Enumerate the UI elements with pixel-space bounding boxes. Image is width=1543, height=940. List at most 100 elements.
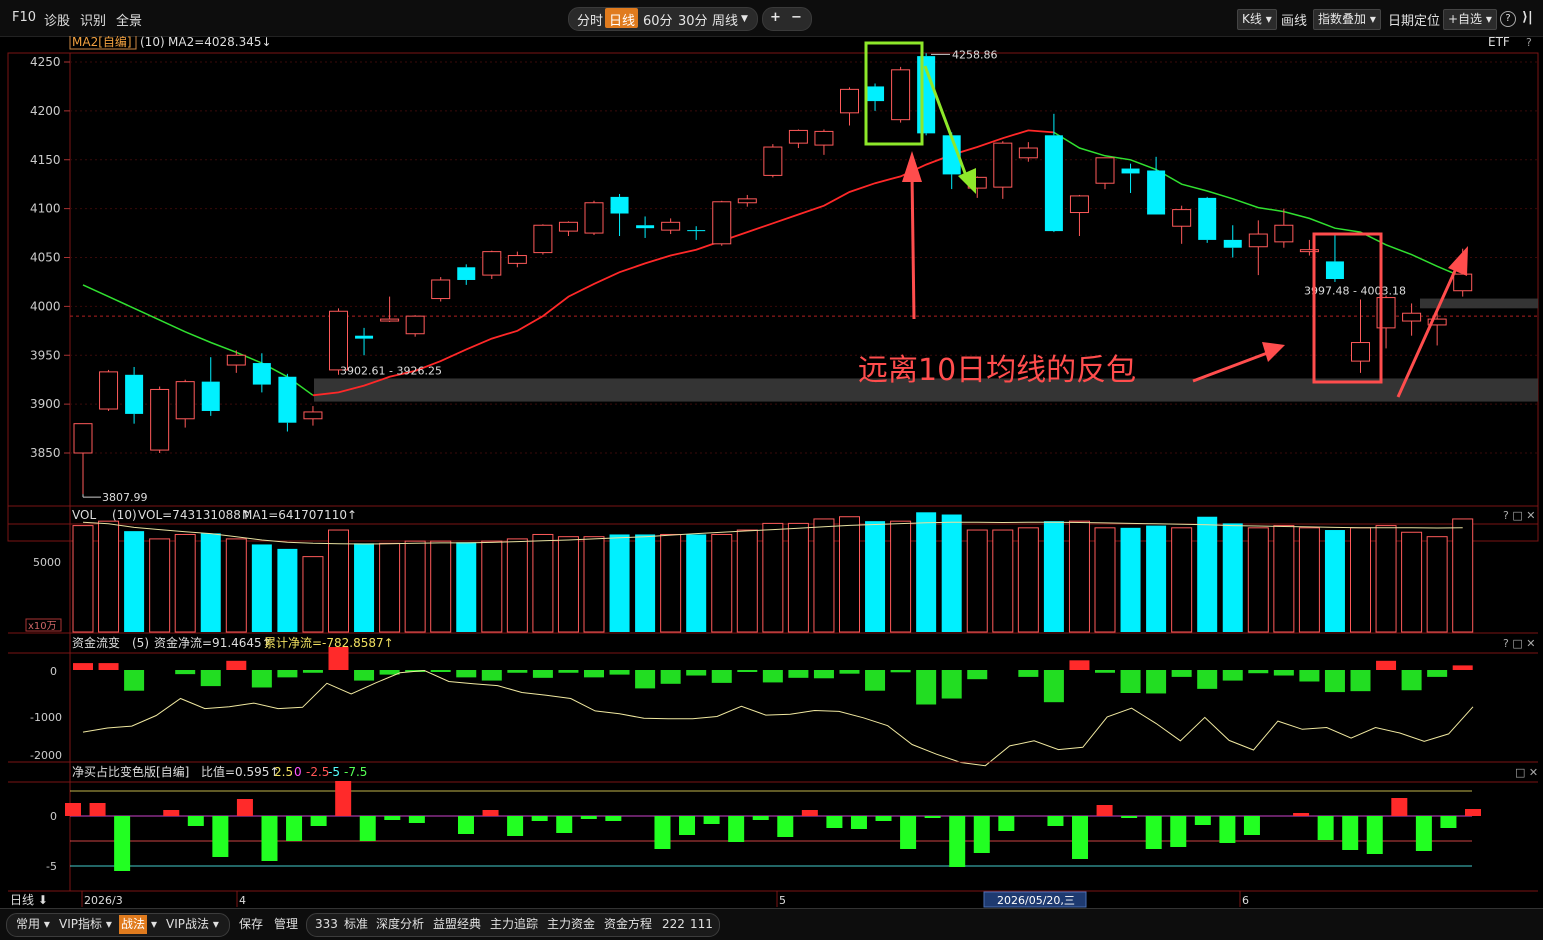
candle[interactable]: [917, 53, 936, 136]
candle[interactable]: [737, 194, 757, 207]
candle[interactable]: [1018, 142, 1038, 162]
main-help-icon[interactable]: ?: [1526, 36, 1532, 49]
ratio-bar: [457, 816, 474, 834]
minus-icon[interactable]: −: [791, 10, 802, 25]
candle[interactable]: [405, 315, 425, 337]
flow-bar: [813, 670, 834, 679]
candle[interactable]: [636, 216, 655, 238]
candle[interactable]: [1248, 220, 1268, 276]
candle[interactable]: [763, 144, 783, 178]
candle[interactable]: [1147, 156, 1166, 215]
candle[interactable]: [661, 218, 681, 235]
tab-60min[interactable]: 60分: [643, 10, 673, 29]
template-222[interactable]: 222: [662, 915, 685, 934]
tactics-tab[interactable]: 战法: [119, 915, 148, 934]
help-icon[interactable]: ?: [1500, 11, 1516, 27]
candle[interactable]: [482, 250, 502, 280]
candle[interactable]: [788, 129, 808, 149]
candle[interactable]: [610, 193, 629, 236]
vip-tactics-dropdown[interactable]: VIP战法 ▾: [166, 915, 219, 934]
ma-legend-name[interactable]: MA2[自编]: [72, 36, 132, 49]
candle[interactable]: [1172, 205, 1192, 244]
candle[interactable]: [226, 350, 246, 373]
index-overlay-dropdown[interactable]: 指数叠加 ▾: [1313, 9, 1381, 30]
candle[interactable]: [1351, 299, 1370, 373]
save-button[interactable]: 保存: [239, 915, 263, 934]
candle[interactable]: [1402, 303, 1422, 336]
candle[interactable]: [1198, 196, 1217, 243]
common-dropdown[interactable]: 常用 ▾: [16, 915, 50, 934]
volume-bar: [1375, 525, 1397, 633]
template-333[interactable]: 333: [315, 915, 338, 934]
kline-dropdown[interactable]: K线 ▾: [1237, 9, 1277, 30]
candle[interactable]: [380, 296, 400, 323]
candle[interactable]: [814, 129, 834, 155]
template-main-force-track[interactable]: 主力追踪: [490, 915, 538, 934]
diagnose-button[interactable]: 诊股: [44, 10, 70, 29]
template-standard[interactable]: 标准: [344, 915, 368, 934]
period-label[interactable]: 日线 ⬇: [10, 893, 48, 907]
vol-legend-name[interactable]: VOL: [72, 508, 96, 522]
candle[interactable]: [252, 353, 271, 393]
chevron-down-icon[interactable]: ▼: [741, 14, 748, 24]
tab-minute[interactable]: 分时: [577, 10, 603, 29]
candle[interactable]: [507, 251, 527, 268]
etf-label[interactable]: ETF: [1488, 36, 1510, 49]
template-main-fund[interactable]: 主力资金: [547, 915, 595, 934]
candle[interactable]: [431, 277, 451, 302]
chevron-down-icon[interactable]: ▾: [151, 915, 157, 934]
candle[interactable]: [1299, 239, 1319, 256]
date-locate-button[interactable]: 日期定位: [1388, 10, 1440, 29]
candle[interactable]: [99, 369, 119, 411]
panorama-button[interactable]: 全景: [116, 10, 142, 29]
candle[interactable]: [687, 226, 706, 240]
candle[interactable]: [891, 66, 911, 123]
candle[interactable]: [278, 373, 297, 432]
candle[interactable]: [73, 423, 93, 495]
candle[interactable]: [457, 264, 476, 285]
flow-bar: [839, 670, 860, 674]
watchlist-dropdown[interactable]: +自选 ▾: [1443, 9, 1497, 30]
candle[interactable]: [533, 224, 553, 255]
plus-icon[interactable]: +: [770, 10, 781, 25]
collapse-icon[interactable]: ⟩|: [1522, 10, 1533, 25]
candle[interactable]: [866, 83, 885, 111]
ratio-panel-controls[interactable]: □ ✕: [1515, 766, 1538, 779]
template-deep-analysis[interactable]: 深度分析: [376, 915, 424, 934]
template-111[interactable]: 111: [690, 915, 713, 934]
candle[interactable]: [150, 386, 170, 453]
template-fund-equation[interactable]: 资金方程: [604, 915, 652, 934]
chart-canvas[interactable]: MA2[自编] (10) MA2=4028.345↓ ETF ? 4250420…: [0, 36, 1543, 908]
ratio-level-1: 2.5: [274, 765, 293, 779]
template-classic[interactable]: 益盟经典: [433, 915, 481, 934]
candle[interactable]: [1069, 194, 1089, 236]
candle[interactable]: [1223, 225, 1242, 258]
tab-daily[interactable]: 日线: [609, 10, 635, 29]
candle[interactable]: [125, 366, 144, 424]
draw-line-button[interactable]: 画线: [1281, 10, 1307, 29]
candle[interactable]: [584, 200, 604, 236]
vol-panel-controls[interactable]: ? □ ✕: [1503, 509, 1535, 522]
f10-button[interactable]: F10: [12, 10, 36, 25]
candle[interactable]: [201, 357, 220, 416]
tab-30min[interactable]: 30分: [678, 10, 708, 29]
candle[interactable]: [712, 200, 732, 246]
identify-button[interactable]: 识别: [80, 10, 106, 29]
vip-indicator-dropdown[interactable]: VIP指标 ▾: [59, 915, 112, 934]
manage-button[interactable]: 管理: [274, 915, 298, 934]
candle[interactable]: [558, 221, 578, 236]
candle[interactable]: [993, 141, 1013, 199]
candle[interactable]: [840, 87, 859, 126]
volume-bar: [583, 536, 605, 633]
candle[interactable]: [1095, 157, 1115, 190]
tab-weekly[interactable]: 周线: [712, 10, 738, 29]
candle[interactable]: [1274, 208, 1294, 248]
ratio-legend-name[interactable]: 净买占比变色版[自编]: [72, 764, 189, 779]
candle[interactable]: [355, 327, 374, 356]
flow-legend-name[interactable]: 资金流变: [72, 635, 120, 650]
candle[interactable]: [175, 379, 195, 428]
flow-panel-controls[interactable]: ? □ ✕: [1503, 637, 1535, 650]
right-arrow-shaft: [1396, 263, 1460, 398]
candle[interactable]: [1121, 163, 1140, 193]
candle[interactable]: [303, 406, 323, 426]
